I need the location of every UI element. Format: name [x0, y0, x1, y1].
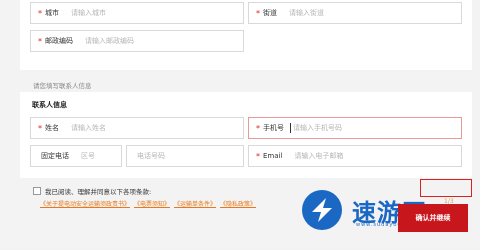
phone-placeholder: 请输入手机号码	[293, 124, 342, 132]
contact-section-title: 联系人信息	[32, 101, 67, 109]
required-mark: *	[38, 36, 42, 46]
phone-label: 手机号	[263, 124, 284, 132]
required-mark: *	[256, 151, 260, 161]
landline-number-field[interactable]: 电话号码	[126, 145, 244, 167]
email-placeholder: 请输入电子邮箱	[294, 152, 344, 160]
agreement-link[interactable]: 《运输单条件》	[174, 199, 216, 208]
phone-field[interactable]: * 手机号 请输入手机号码	[248, 117, 462, 139]
street-label: 街道	[263, 9, 277, 17]
city-label: 城市	[45, 9, 59, 17]
required-mark: *	[38, 123, 42, 133]
contact-card: 联系人信息 * 姓名 请输入姓名 * 手机号 请输入手机号码 固定电话 区号 电…	[20, 92, 472, 178]
city-field[interactable]: * 城市 请输入城市	[30, 2, 244, 24]
agreement-link[interactable]: 《电票须知》	[134, 199, 170, 208]
email-field[interactable]: * Email 请输入电子邮箱	[248, 145, 462, 167]
watermark-logo-icon	[302, 190, 342, 230]
agreement-checkbox[interactable]	[33, 187, 41, 195]
area-code-field[interactable]: 固定电话 区号	[30, 145, 122, 167]
required-mark: *	[38, 8, 42, 18]
area-code-placeholder: 区号	[81, 152, 95, 160]
postcode-label: 邮政编码	[45, 37, 73, 45]
postcode-field[interactable]: * 邮政编码 请输入邮政编码	[30, 30, 244, 52]
landline-label: 固定电话	[41, 152, 69, 160]
landline-number-placeholder: 电话号码	[137, 152, 165, 160]
agreement-text: 我已阅读、理解并同意以下各项条款:	[45, 188, 152, 196]
email-label: Email	[263, 152, 283, 160]
city-placeholder: 请输入城市	[71, 9, 106, 17]
name-label: 姓名	[45, 124, 59, 132]
agreement-row: 我已阅读、理解并同意以下各项条款:	[33, 186, 151, 196]
name-field[interactable]: * 姓名 请输入姓名	[30, 117, 244, 139]
agreement-link[interactable]: 《关于提电动安全运输须政责书》	[40, 199, 130, 208]
required-mark: *	[256, 8, 260, 18]
agreement-links: 《关于提电动安全运输须政责书》 《电票须知》 《运输单条件》 《隐私政策》	[40, 199, 256, 208]
highlight-box	[420, 179, 472, 197]
confirm-continue-button[interactable]: 确认并继续	[398, 204, 468, 232]
street-placeholder: 请输入街道	[289, 9, 324, 17]
postcode-placeholder: 请输入邮政编码	[85, 37, 134, 45]
text-caret	[290, 123, 291, 133]
name-placeholder: 请输入姓名	[71, 124, 106, 132]
street-field[interactable]: * 街道 请输入街道	[248, 2, 462, 24]
agreement-link[interactable]: 《隐私政策》	[220, 199, 256, 208]
required-mark: *	[256, 123, 260, 133]
address-card: * 城市 请输入城市 * 街道 请输入街道 * 邮政编码 请输入邮政编码	[20, 0, 472, 70]
contact-hint: 请您填写联系人信息	[33, 82, 92, 90]
